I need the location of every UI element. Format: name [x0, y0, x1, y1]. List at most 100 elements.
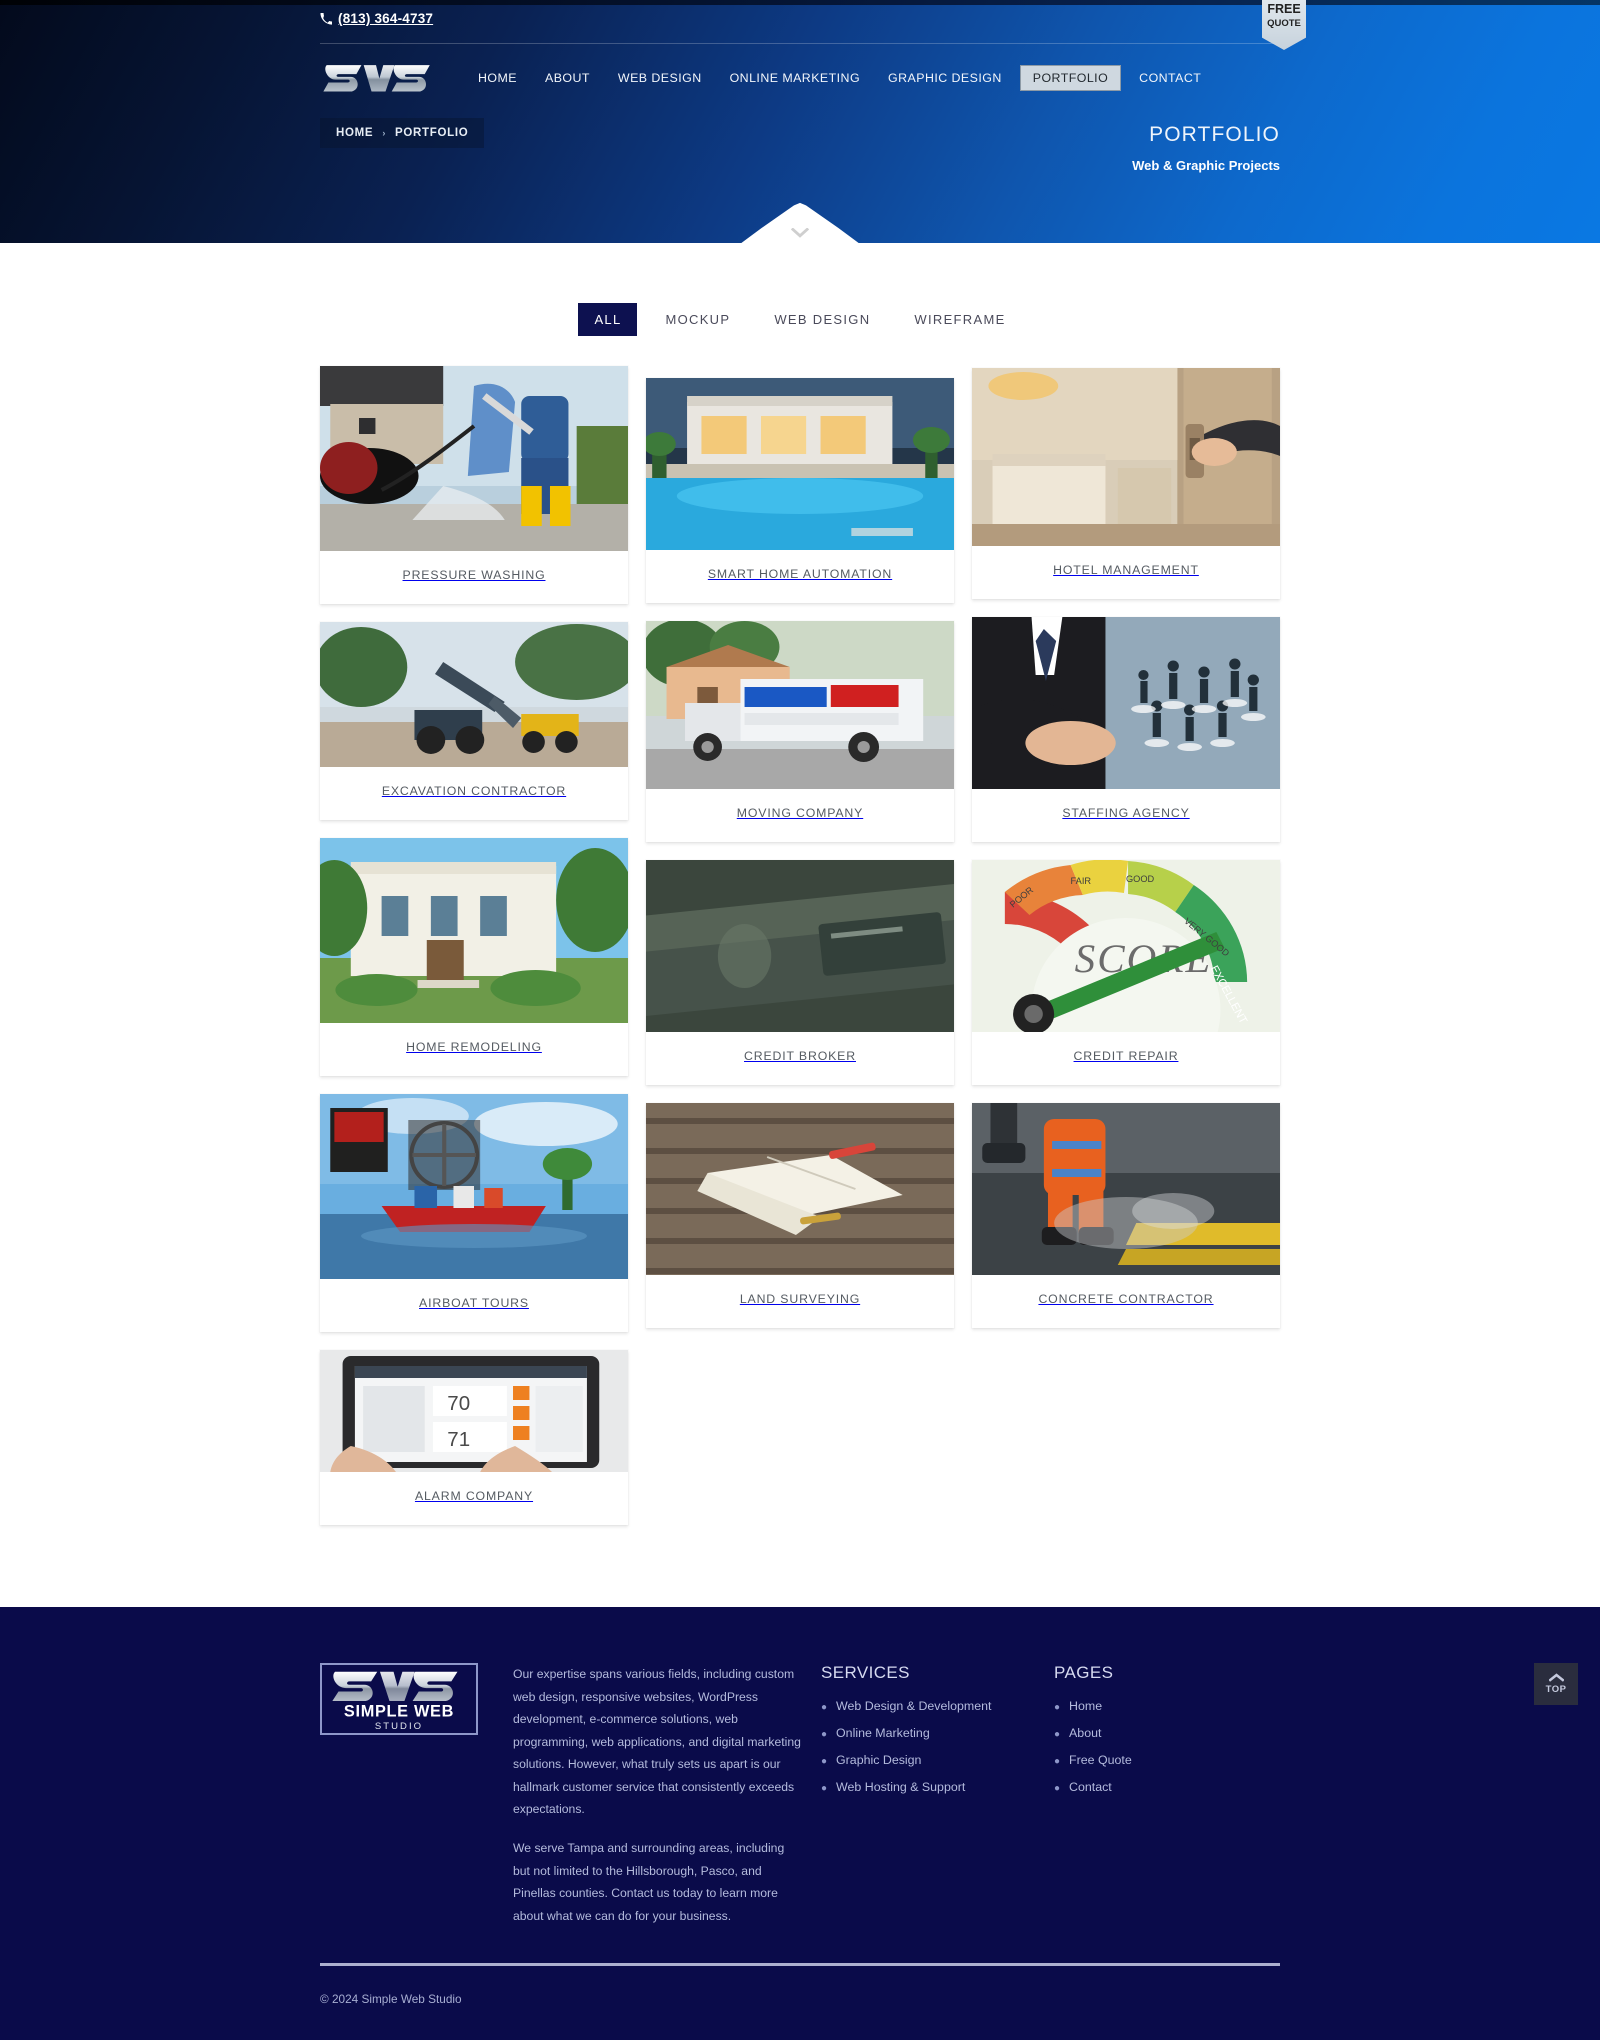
site-footer: SIMPLE WEB STUDIO Our expertise spans va… — [0, 1607, 1600, 2040]
smart-home-automation-photo — [646, 378, 954, 550]
breadcrumb-home[interactable]: HOME — [336, 127, 373, 139]
portfolio-item-credit-broker[interactable]: CREDIT BROKER — [646, 860, 954, 1085]
list-item: ● Contact — [1054, 1780, 1264, 1794]
bullet-icon: ● — [1054, 1702, 1061, 1713]
bullet-icon: ● — [1054, 1756, 1061, 1767]
phone-icon — [320, 12, 332, 25]
portfolio-item-hotel-management[interactable]: HOTEL MANAGEMENT — [972, 368, 1280, 599]
filter-tab-wireframe[interactable]: WIREFRAME — [898, 303, 1021, 336]
footer-about: Our expertise spans various fields, incl… — [513, 1663, 803, 1943]
hero-scroll-notch — [740, 202, 860, 243]
hero-header: (813) 364-4737 HOME ABOUT WEB DESIGN ONL… — [0, 0, 1600, 243]
footer-pages-column: PAGES ● Home ● About ● Free Quote ● Contact — [1054, 1663, 1264, 1943]
list-item: ● Online Marketing — [821, 1726, 1036, 1740]
scroll-to-top-label: TOP — [1545, 1684, 1567, 1695]
portfolio-item-smart-home-automation[interactable]: SMART HOME AUTOMATION — [646, 378, 954, 603]
portfolio-item-staffing-agency[interactable]: STAFFING AGENCY — [972, 617, 1280, 842]
footer-divider — [320, 1963, 1280, 1967]
footer-link-about[interactable]: About — [1069, 1726, 1101, 1740]
portfolio-item-concrete-contractor[interactable]: CONCRETE CONTRACTOR — [972, 1103, 1280, 1328]
excavation-contractor-photo — [320, 622, 628, 767]
portfolio-caption: MOVING COMPANY — [736, 806, 864, 820]
footer-link-web-hosting-support[interactable]: Web Hosting & Support — [836, 1780, 965, 1794]
staffing-agency-photo — [972, 617, 1280, 789]
svg-text:71: 71 — [447, 1429, 470, 1451]
free-quote-line2: QUOTE — [1267, 18, 1301, 30]
bullet-icon: ● — [821, 1729, 828, 1740]
hero-body: HOME › PORTFOLIO PORTFOLIO Web & Graphic… — [320, 117, 1280, 173]
portfolio-item-pressure-washing[interactable]: PRESSURE WASHING — [320, 366, 628, 604]
footer-link-online-marketing[interactable]: Online Marketing — [836, 1726, 930, 1740]
svg-text:70: 70 — [447, 1393, 470, 1415]
page-subtitle: Web & Graphic Projects — [1132, 157, 1280, 173]
nav-item-contact[interactable]: CONTACT — [1129, 65, 1211, 91]
portfolio-caption: PRESSURE WASHING — [402, 568, 546, 582]
svg-text:GOOD: GOOD — [1126, 874, 1155, 884]
alarm-company-photo: 70 71 — [320, 1350, 628, 1472]
list-item: ● About — [1054, 1726, 1264, 1740]
portfolio-caption: HOME REMODELING — [406, 1040, 542, 1054]
hotel-management-photo — [972, 368, 1280, 546]
portfolio-caption: STAFFING AGENCY — [1062, 806, 1190, 820]
site-logo[interactable] — [320, 57, 468, 99]
nav-item-graphic-design[interactable]: GRAPHIC DESIGN — [878, 65, 1012, 91]
nav-item-portfolio[interactable]: PORTFOLIO — [1019, 65, 1122, 91]
pressure-washing-photo — [320, 366, 628, 551]
footer-logo-block: SIMPLE WEB STUDIO — [320, 1663, 495, 1943]
nav-item-web-design[interactable]: WEB DESIGN — [608, 65, 712, 91]
portfolio-item-credit-repair[interactable]: SCORE EXCELLENT VERY GOOD GOOD FAIR POOR… — [972, 860, 1280, 1085]
chevron-down-icon[interactable] — [791, 228, 809, 238]
footer-link-free-quote[interactable]: Free Quote — [1069, 1753, 1132, 1767]
footer-link-home[interactable]: Home — [1069, 1699, 1102, 1713]
filter-tab-all[interactable]: ALL — [578, 303, 638, 336]
footer-pages-list: ● Home ● About ● Free Quote ● Contact — [1054, 1699, 1264, 1794]
portfolio-item-excavation-contractor[interactable]: EXCAVATION CONTRACTOR — [320, 622, 628, 820]
breadcrumb-current[interactable]: PORTFOLIO — [395, 127, 468, 139]
bullet-icon: ● — [1054, 1783, 1061, 1794]
portfolio-caption: EXCAVATION CONTRACTOR — [381, 784, 567, 798]
portfolio-grid: PRESSURE WASHING EXCAVATION CONTRACTOR H… — [320, 366, 1280, 1607]
portfolio-caption: ALARM COMPANY — [414, 1489, 534, 1503]
breadcrumb-separator-icon: › — [382, 127, 387, 138]
nav-item-about[interactable]: ABOUT — [535, 65, 600, 91]
nav-item-online-marketing[interactable]: ONLINE MARKETING — [720, 65, 870, 91]
nav-item-home[interactable]: HOME — [468, 65, 527, 91]
svg-text:STUDIO: STUDIO — [375, 1721, 423, 1732]
filter-tab-mockup[interactable]: MOCKUP — [649, 303, 746, 336]
footer-services-list: ● Web Design & Development ● Online Market… — [821, 1699, 1036, 1794]
home-remodeling-photo — [320, 838, 628, 1023]
breadcrumb: HOME › PORTFOLIO — [320, 117, 485, 148]
portfolio-item-land-surveying[interactable]: LAND SURVEYING — [646, 1103, 954, 1328]
page-title: PORTFOLIO — [1149, 122, 1280, 146]
footer-link-web-design-development[interactable]: Web Design & Development — [836, 1699, 991, 1713]
free-quote-line1: FREE — [1267, 2, 1301, 16]
portfolio-caption: CONCRETE CONTRACTOR — [1038, 1292, 1214, 1306]
filter-tab-web-design[interactable]: WEB DESIGN — [758, 303, 886, 336]
footer-services-column: SERVICES ● Web Design & Development ● Onli… — [821, 1663, 1036, 1943]
footer-services-title: SERVICES — [821, 1663, 910, 1682]
bullet-icon: ● — [1054, 1729, 1061, 1740]
footer-link-contact[interactable]: Contact — [1069, 1780, 1112, 1794]
footer-link-graphic-design[interactable]: Graphic Design — [836, 1753, 921, 1767]
svg-text:FAIR: FAIR — [1071, 876, 1092, 886]
list-item: ● Graphic Design — [821, 1753, 1036, 1767]
list-item: ● Free Quote — [1054, 1753, 1264, 1767]
bullet-icon: ● — [821, 1756, 828, 1767]
footer-about-paragraph-1: Our expertise spans various fields, incl… — [513, 1667, 801, 1817]
phone-link[interactable]: (813) 364-4737 — [320, 11, 433, 26]
moving-company-photo — [646, 621, 954, 789]
sws-logo-icon — [323, 65, 430, 92]
portfolio-item-airboat-tours[interactable]: AIRBOAT TOURS — [320, 1094, 628, 1332]
scroll-to-top-button[interactable]: TOP — [1534, 1663, 1578, 1705]
land-surveying-photo — [646, 1103, 954, 1275]
portfolio-caption: AIRBOAT TOURS — [419, 1296, 529, 1310]
copyright-text: © 2024 Simple Web Studio — [320, 1992, 462, 2007]
footer-logo-icon: SIMPLE WEB STUDIO — [320, 1663, 478, 1735]
notch-peak-shape — [740, 202, 860, 243]
portfolio-item-home-remodeling[interactable]: HOME REMODELING — [320, 838, 628, 1076]
free-quote-button[interactable]: FREE QUOTE — [1262, 0, 1306, 50]
portfolio-column-3: HOTEL MANAGEMENT STAFFING AGENCY SCORE E… — [972, 366, 1280, 1346]
portfolio-item-moving-company[interactable]: MOVING COMPANY — [646, 621, 954, 842]
credit-broker-photo — [646, 860, 954, 1032]
portfolio-item-alarm-company[interactable]: 70 71 ALARM COMPANY — [320, 1350, 628, 1525]
